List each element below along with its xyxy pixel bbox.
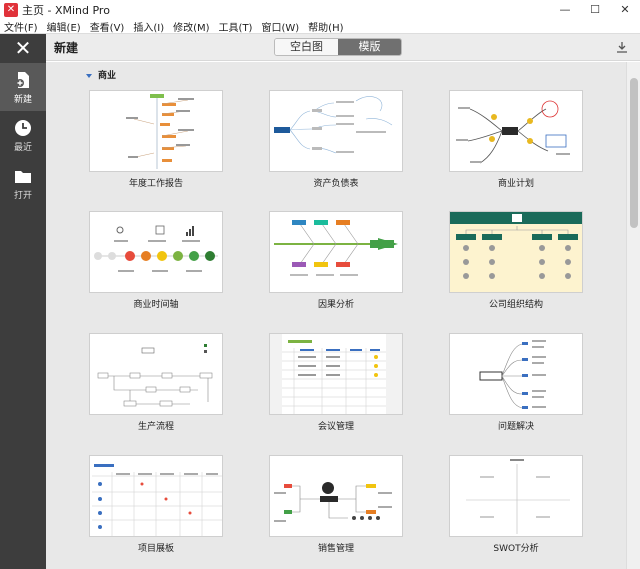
template-label: 问题解决 (497, 422, 534, 432)
template-label: 销售管理 (317, 544, 354, 554)
page-title: 新建 (54, 41, 79, 55)
new-file-icon (16, 72, 29, 88)
template-thumbnail (449, 455, 583, 537)
template-thumbnail (269, 211, 403, 293)
template-label: 项目展板 (137, 544, 174, 554)
template-thumbnail (449, 333, 583, 415)
template-card-swot[interactable]: SWOT分析 (449, 455, 583, 554)
template-card-org-chart[interactable]: 公司组织结构 (449, 211, 583, 310)
template-label: 商业计划 (497, 179, 534, 189)
section-title: 商业 (98, 71, 117, 81)
template-label: 公司组织结构 (488, 300, 543, 310)
template-card-business-timeline[interactable]: 商业时间轴 (89, 211, 223, 310)
xmind-logo-icon: ✕ (4, 2, 18, 17)
folder-icon (15, 171, 31, 183)
template-thumbnail (89, 90, 223, 172)
template-card-sales-management[interactable]: 销售管理 (269, 455, 403, 554)
template-label: 资产负债表 (313, 179, 359, 189)
section-header[interactable]: 商业 (86, 68, 116, 81)
template-card-problem-solving[interactable]: 问题解决 (449, 333, 583, 432)
title-bar: ✕ 主页 - XMind Pro — ☐ ✕ (0, 0, 640, 19)
template-card-meeting-management[interactable]: 会议管理 (269, 333, 403, 432)
sidebar-item-label: 新建 (13, 95, 32, 105)
template-thumbnail (269, 90, 403, 172)
close-window-button[interactable]: ✕ (610, 0, 640, 19)
window-title: 主页 - XMind Pro (22, 3, 110, 17)
template-label: 年度工作报告 (128, 179, 183, 189)
toolbar: 新建 空白图 模版 (46, 34, 640, 61)
template-card-annual-report[interactable]: 年度工作报告 (89, 90, 223, 189)
minimize-button[interactable]: — (550, 0, 580, 19)
menu-view[interactable]: 查看(V) (86, 19, 130, 34)
template-thumbnail (89, 333, 223, 415)
close-icon[interactable]: ✕ (0, 34, 46, 61)
template-card-production-flow[interactable]: 生产流程 (89, 333, 223, 432)
template-card-project-board[interactable]: 项目展板 (89, 455, 223, 554)
menu-bar: 文件(F) 编辑(E) 查看(V) 插入(I) 修改(M) 工具(T) 窗口(W… (0, 19, 640, 34)
template-thumbnail (89, 211, 223, 293)
template-label: 因果分析 (317, 300, 354, 310)
template-thumbnail (449, 211, 583, 293)
maximize-button[interactable]: ☐ (580, 0, 610, 19)
template-label: 生产流程 (137, 422, 174, 432)
menu-file[interactable]: 文件(F) (0, 19, 43, 34)
template-thumbnail (269, 333, 403, 415)
menu-modify[interactable]: 修改(M) (169, 19, 214, 34)
template-card-balance-sheet[interactable]: 资产负债表 (269, 90, 403, 189)
template-card-cause-analysis[interactable]: 因果分析 (269, 211, 403, 310)
sidebar-item-label: 打开 (13, 191, 32, 201)
template-label: 会议管理 (317, 422, 354, 432)
sidebar-item-new[interactable]: 新建 (0, 63, 46, 111)
template-thumbnail (269, 455, 403, 537)
sidebar-item-label: 最近 (13, 143, 32, 153)
clock-icon (15, 120, 31, 136)
tab-blank[interactable]: 空白图 (275, 39, 338, 55)
menu-help[interactable]: 帮助(H) (304, 19, 348, 34)
template-thumbnail (449, 90, 583, 172)
menu-edit[interactable]: 编辑(E) (43, 19, 86, 34)
collapse-triangle-icon (86, 73, 92, 78)
template-label: 商业时间轴 (133, 300, 179, 310)
download-icon[interactable] (616, 41, 628, 53)
scrollbar-thumb[interactable] (630, 78, 638, 228)
menu-window[interactable]: 窗口(W) (257, 19, 304, 34)
template-thumbnail (89, 455, 223, 537)
vertical-scrollbar[interactable] (626, 62, 640, 569)
menu-tools[interactable]: 工具(T) (215, 19, 258, 34)
template-card-business-plan[interactable]: 商业计划 (449, 90, 583, 189)
mode-switch: 空白图 模版 (274, 38, 402, 56)
sidebar-item-open[interactable]: 打开 (0, 159, 46, 207)
tab-templates[interactable]: 模版 (338, 39, 401, 55)
template-label: SWOT分析 (493, 544, 539, 554)
sidebar: ✕ 新建 最近 打开 (0, 34, 46, 569)
menu-insert[interactable]: 插入(I) (129, 19, 169, 34)
sidebar-item-recent[interactable]: 最近 (0, 111, 46, 159)
template-gallery: 商业 年度工作报告 资产负债表 商业计划 商业时间轴 因果分析 公司组织结构 生… (46, 62, 626, 569)
